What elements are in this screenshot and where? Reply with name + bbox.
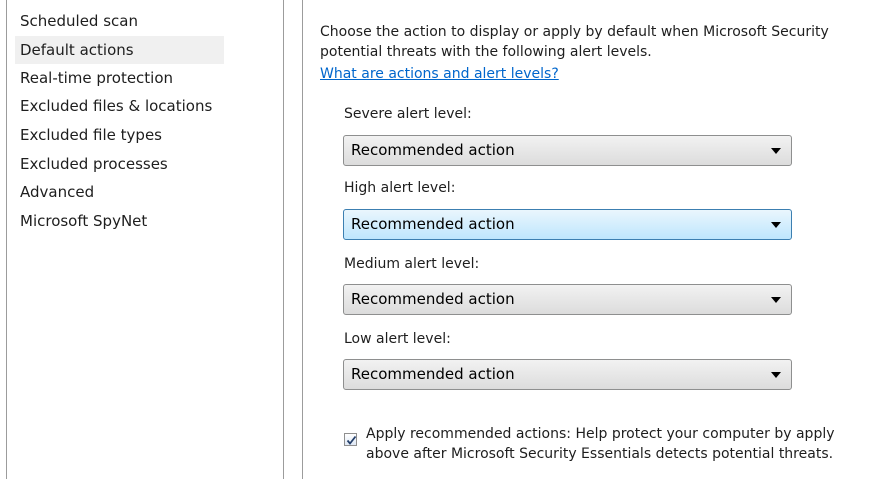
sidebar-item-microsoft-spynet[interactable]: Microsoft SpyNet xyxy=(15,207,147,235)
high-alert-level-dropdown[interactable]: Recommended action xyxy=(343,209,792,240)
apply-recommended-actions-label: Apply recommended actions: Help protect … xyxy=(366,424,835,464)
default-actions-panel: Choose the action to display or apply by… xyxy=(302,0,893,479)
sidebar-item-default-actions[interactable]: Default actions xyxy=(15,36,224,64)
apply-recommended-actions-checkbox[interactable] xyxy=(344,433,357,446)
severe-alert-level-dropdown[interactable]: Recommended action xyxy=(343,135,792,166)
high-alert-level-value: Recommended action xyxy=(351,215,515,233)
medium-alert-level-label: Medium alert level: xyxy=(344,256,480,272)
severe-alert-level-label: Severe alert level: xyxy=(344,106,472,122)
sidebar-item-excluded-file-types[interactable]: Excluded file types xyxy=(15,121,162,149)
medium-alert-level-dropdown[interactable]: Recommended action xyxy=(343,284,792,315)
checkmark-icon xyxy=(346,435,357,445)
low-alert-level-dropdown[interactable]: Recommended action xyxy=(343,359,792,390)
chevron-down-icon xyxy=(771,222,781,228)
medium-alert-level-value: Recommended action xyxy=(351,290,515,308)
low-alert-level-label: Low alert level: xyxy=(344,331,451,347)
sidebar-item-real-time-protection[interactable]: Real-time protection xyxy=(15,64,173,92)
sidebar-item-excluded-processes[interactable]: Excluded processes xyxy=(15,150,168,178)
chevron-down-icon xyxy=(771,148,781,154)
chevron-down-icon xyxy=(771,297,781,303)
intro-text: Choose the action to display or apply by… xyxy=(320,22,893,62)
sidebar-item-advanced[interactable]: Advanced xyxy=(15,178,94,206)
sidebar-item-scheduled-scan[interactable]: Scheduled scan xyxy=(15,7,138,35)
intro-line-2: potential threats with the following ale… xyxy=(320,44,652,60)
sidebar-item-excluded-files-locations[interactable]: Excluded files & locations xyxy=(15,92,212,120)
actions-alert-levels-help-link[interactable]: What are actions and alert levels? xyxy=(320,66,559,82)
chevron-down-icon xyxy=(771,372,781,378)
sidebar: Scheduled scan Default actions Real-time… xyxy=(6,0,284,479)
low-alert-level-value: Recommended action xyxy=(351,365,515,383)
checkbox-label-line-1: Apply recommended actions: Help protect … xyxy=(366,426,835,442)
severe-alert-level-value: Recommended action xyxy=(351,141,515,159)
intro-line-1: Choose the action to display or apply by… xyxy=(320,24,829,40)
high-alert-level-label: High alert level: xyxy=(344,180,456,196)
checkbox-label-line-2: above after Microsoft Security Essential… xyxy=(366,446,834,462)
